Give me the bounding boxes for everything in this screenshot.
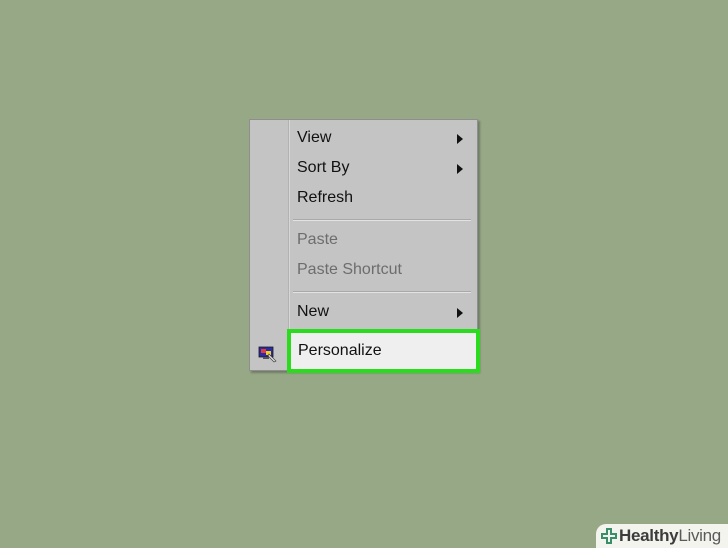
watermark-text: HealthyLiving xyxy=(619,525,721,547)
desktop-background[interactable]: View Sort By Refresh Paste Paste Shortcu… xyxy=(0,0,728,548)
menu-icon-gutter xyxy=(250,120,289,370)
submenu-arrow-icon xyxy=(457,308,463,318)
health-cross-icon xyxy=(601,528,617,544)
menu-item-view[interactable]: View xyxy=(291,124,473,152)
watermark-brand-suffix: Living xyxy=(678,526,721,545)
menu-item-label: Refresh xyxy=(297,189,354,206)
menu-item-label: View xyxy=(297,129,332,146)
menu-item-label: Paste Shortcut xyxy=(297,261,402,278)
menu-item-label: New xyxy=(297,303,330,320)
watermark: HealthyLiving xyxy=(596,524,728,548)
menu-item-label: Paste xyxy=(297,231,338,248)
menu-separator xyxy=(293,219,471,221)
menu-item-refresh[interactable]: Refresh xyxy=(291,184,473,212)
menu-item-label: Sort By xyxy=(297,159,350,176)
personalize-icon xyxy=(258,346,277,363)
submenu-arrow-icon xyxy=(457,164,463,174)
submenu-arrow-icon xyxy=(457,134,463,144)
menu-item-paste[interactable]: Paste xyxy=(291,226,473,254)
watermark-brand: Healthy xyxy=(619,526,679,545)
menu-item-sort-by[interactable]: Sort By xyxy=(291,154,473,182)
menu-item-paste-shortcut[interactable]: Paste Shortcut xyxy=(291,256,473,284)
menu-item-label: Personalize xyxy=(298,342,382,359)
menu-item-personalize[interactable]: Personalize xyxy=(287,329,480,373)
menu-separator xyxy=(293,291,471,293)
menu-item-new[interactable]: New xyxy=(291,298,473,326)
